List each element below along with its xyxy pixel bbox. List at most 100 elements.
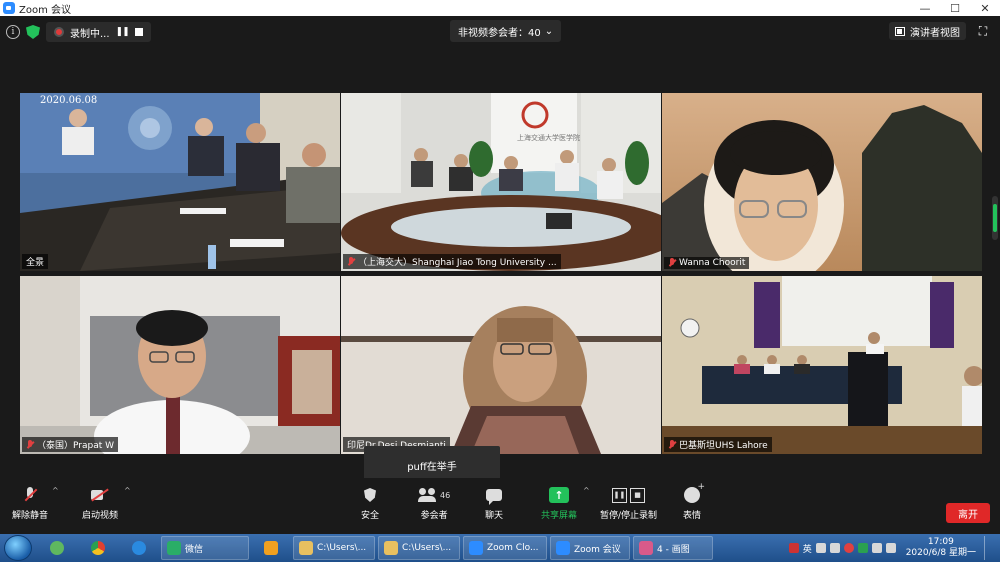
video-tile[interactable]: 上海交通大学医学院 （上海交大）Shanghai Jiao Tong Unive… (341, 93, 661, 271)
chat-bubble-icon (486, 489, 502, 505)
recording-indicator: 录制中... ❚❚ (46, 22, 151, 42)
participant-name-label: （泰国）Prapat W (22, 437, 119, 452)
video-off-icon (91, 489, 109, 501)
speaker-view-button[interactable]: 演讲者视图 (889, 22, 966, 40)
meeting-status-bar: i 录制中... ❚❚ (6, 22, 151, 42)
no-entry-icon[interactable] (843, 543, 854, 553)
chat-button[interactable]: 聊天 (485, 484, 503, 521)
system-tray: 英 17:09 2020/6/8 星期一 (788, 536, 1000, 560)
recording-label: 录制中... (70, 28, 110, 40)
recording-dot-icon (54, 27, 64, 37)
video-tile[interactable]: 巴基斯坦UHS Lahore (662, 276, 982, 454)
non-video-participants-label: 非视频参会者：40 (458, 27, 541, 39)
taskbar-item-label: C:\Users\... (317, 543, 367, 553)
share-screen-label: 共享屏幕 (541, 511, 578, 521)
video-tile[interactable]: 2020.06.08 全景 (20, 93, 340, 271)
show-desktop-button[interactable] (984, 536, 994, 560)
zoom-logo-icon (3, 2, 15, 14)
video-tile[interactable]: 印尼Dr.Desi Desmianti (341, 276, 661, 454)
taskbar-item[interactable]: Zoom Clo... (463, 536, 547, 560)
unmute-button[interactable]: 解除静音 (12, 484, 48, 521)
encryption-shield-icon[interactable] (26, 25, 40, 39)
maximize-button[interactable]: ☐ (940, 0, 970, 16)
security-button[interactable]: 安全 (361, 484, 379, 521)
taskbar-pin-ie[interactable] (120, 536, 158, 560)
network-icon[interactable] (871, 543, 882, 553)
paint-icon (639, 541, 653, 555)
start-button-icon[interactable] (4, 535, 32, 561)
taskbar-item[interactable]: 4 - 画图 (633, 536, 713, 560)
participants-count: 46 (440, 490, 451, 500)
reactions-button[interactable]: 表情 (683, 482, 705, 521)
video-date-stamp: 2020.06.08 (40, 95, 98, 106)
share-screen-button[interactable]: ↑ 共享屏幕 (541, 484, 577, 521)
chevron-down-icon: ⌄ (544, 25, 554, 37)
security-icon[interactable] (857, 543, 868, 553)
video-tile[interactable]: （泰国）Prapat W (20, 276, 340, 454)
video-options-caret-icon[interactable]: ^ (124, 486, 131, 495)
taskbar-item[interactable]: Zoom 会议 (550, 536, 630, 560)
participant-name-label: 巴基斯坦UHS Lahore (664, 437, 772, 452)
participant-name-label: （上海交大）Shanghai Jiao Tong University ... (343, 254, 561, 269)
reactions-label: 表情 (683, 511, 702, 521)
participant-name: Wanna Choorit (679, 258, 746, 268)
stop-recording-icon[interactable] (134, 28, 143, 36)
wechat-icon (167, 541, 181, 555)
security-shield-icon (364, 488, 376, 502)
leave-meeting-button[interactable]: 离开 (946, 503, 990, 523)
pause-stop-recording-button[interactable]: ❚❚ ■ 暂停/停止录制 (600, 484, 657, 521)
app-icon (264, 541, 278, 555)
clock-time: 17:09 (927, 537, 954, 547)
fullscreen-icon[interactable]: ⛶ (976, 24, 990, 38)
gallery-scrollbar[interactable] (992, 196, 998, 240)
close-button[interactable]: ✕ (970, 0, 1000, 16)
taskbar-pin-chrome[interactable] (79, 536, 117, 560)
minimize-button[interactable]: — (910, 0, 940, 16)
participants-button[interactable]: 46 参会者 (418, 484, 450, 521)
folder-icon (299, 541, 313, 555)
system-clock[interactable]: 17:09 2020/6/8 星期一 (906, 537, 976, 559)
mic-muted-icon (25, 487, 35, 503)
taskbar-item-label: 微信 (185, 544, 204, 555)
taskbar-pin-app2[interactable] (252, 536, 290, 560)
ime-icon[interactable] (788, 543, 799, 553)
participant-name: 全景 (26, 258, 45, 268)
meeting-info-icon[interactable]: i (6, 25, 20, 39)
tray-icon[interactable] (815, 543, 826, 553)
non-video-participants-toggle[interactable]: 非视频参会者：40 ⌄ (450, 20, 562, 42)
video-feed (20, 276, 340, 454)
audio-options-caret-icon[interactable]: ^ (52, 486, 59, 495)
raise-hand-text: puff在举手 (407, 461, 457, 473)
chat-label: 聊天 (485, 511, 504, 521)
participants-label: 参会者 (420, 511, 448, 521)
pause-recording-icon[interactable]: ❚❚ (116, 27, 130, 37)
participant-name-label: Wanna Choorit (664, 257, 750, 269)
taskbar-item[interactable]: 微信 (161, 536, 249, 560)
meeting-controls: 解除静音 ^ 启动视频 ^ 安全 46 参会者 聊天 ↑ 共享屏幕 ^ ❚❚ ■… (0, 478, 1000, 534)
ime-language[interactable]: 英 (803, 542, 812, 555)
mic-muted-icon (26, 439, 34, 450)
clock-date: 2020/6/8 星期一 (905, 548, 976, 558)
title-bar: Zoom 会议 — ☐ ✕ (0, 0, 1000, 16)
mic-muted-icon (668, 439, 676, 450)
share-options-caret-icon[interactable]: ^ (583, 486, 590, 495)
tray-icon[interactable] (829, 543, 840, 553)
taskbar-item-label: C:\Users\... (402, 543, 452, 553)
taskbar-item[interactable]: C:\Users\... (293, 536, 375, 560)
pause-stop-recording-label: 暂停/停止录制 (600, 511, 658, 521)
window-title: Zoom 会议 (19, 4, 72, 16)
app-icon (50, 541, 64, 555)
taskbar-item[interactable]: C:\Users\... (378, 536, 460, 560)
share-arrow-icon: ↑ (549, 487, 569, 503)
folder-icon (384, 541, 398, 555)
video-tile[interactable]: Wanna Choorit (662, 93, 982, 271)
taskbar-pin-app[interactable] (38, 536, 76, 560)
institution-sign-text: 上海交通大学医学院 (517, 134, 580, 142)
meeting-area: i 录制中... ❚❚ 非视频参会者：40 ⌄ 演讲者视图 ⛶ 2020.06.… (0, 16, 1000, 534)
view-layout-icon (895, 26, 905, 36)
volume-icon[interactable] (885, 543, 896, 553)
start-video-button[interactable]: 启动视频 (82, 484, 118, 521)
video-feed (20, 93, 340, 271)
taskbar-item-label: 4 - 画图 (657, 544, 690, 555)
participant-name: 巴基斯坦UHS Lahore (679, 441, 768, 451)
